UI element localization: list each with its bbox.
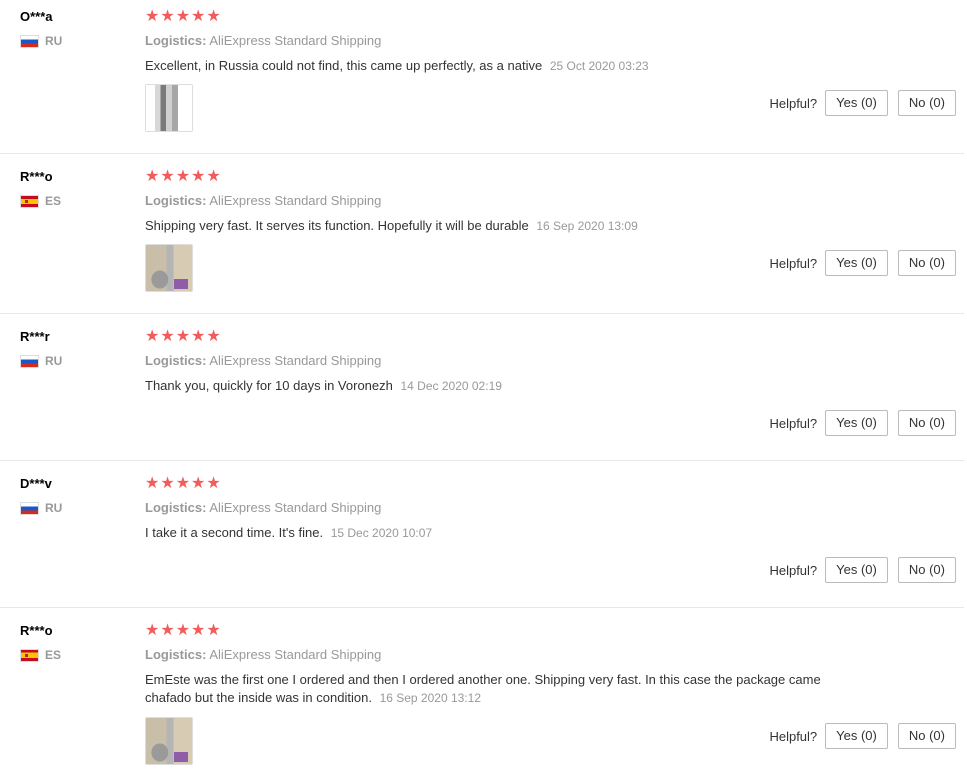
russia-flag-icon — [20, 34, 39, 48]
review-body: I take it a second time. It's fine. — [145, 525, 324, 540]
reviewer-name: R***o — [20, 169, 53, 184]
review-body: EmEste was the first one I ordered and t… — [145, 672, 821, 705]
russia-flag-icon — [20, 501, 39, 515]
russia-flag-icon — [20, 354, 39, 368]
reviewer-country: ES — [20, 648, 61, 662]
logistics-label: Logistics: — [145, 193, 207, 208]
review-item: D***v RU ★★★★★ Logistics: AliExpress Sta… — [0, 467, 964, 608]
review-item: R***r RU ★★★★★ Logistics: AliExpress Sta… — [0, 320, 964, 461]
star-rating: ★★★★★ — [145, 8, 222, 25]
spain-flag-icon — [20, 648, 39, 662]
reviewer-name: D***v — [20, 476, 52, 491]
reviewer-country: RU — [20, 501, 62, 515]
review-item: O***a RU ★★★★★ Logistics: AliExpress Sta… — [0, 0, 964, 154]
spain-flag-icon — [20, 194, 39, 208]
country-code: ES — [45, 194, 62, 208]
logistics-value: AliExpress Standard Shipping — [209, 500, 382, 515]
logistics-label: Logistics: — [145, 647, 207, 662]
review-body: Shipping very fast. It serves its functi… — [145, 218, 529, 233]
review-photo-thumbnail[interactable] — [145, 717, 193, 765]
reviewer-name: R***o — [20, 623, 53, 638]
review-date: 16 Sep 2020 13:09 — [536, 219, 638, 233]
helpful-yes-button[interactable]: Yes (0) — [825, 723, 888, 749]
reviewer-country: RU — [20, 34, 62, 48]
review-date: 14 Dec 2020 02:19 — [400, 379, 502, 393]
helpful-label: Helpful? — [769, 728, 818, 744]
review-body: Excellent, in Russia could not find, thi… — [145, 58, 543, 73]
helpful-label: Helpful? — [769, 95, 818, 111]
logistics-label: Logistics: — [145, 353, 207, 368]
logistics-info: Logistics: AliExpress Standard Shipping — [145, 647, 381, 662]
review-text: Excellent, in Russia could not find, thi… — [145, 57, 865, 75]
helpful-yes-button[interactable]: Yes (0) — [825, 557, 888, 583]
helpful-vote: Helpful? Yes (0) No (0) — [769, 723, 956, 749]
helpful-yes-button[interactable]: Yes (0) — [825, 250, 888, 276]
review-text: EmEste was the first one I ordered and t… — [145, 671, 860, 707]
logistics-value: AliExpress Standard Shipping — [209, 353, 382, 368]
logistics-info: Logistics: AliExpress Standard Shipping — [145, 500, 381, 515]
helpful-no-button[interactable]: No (0) — [897, 90, 956, 116]
reviewer-name: O***a — [20, 9, 53, 24]
review-item: R***o ES ★★★★★ Logistics: AliExpress Sta… — [0, 614, 964, 780]
helpful-yes-button[interactable]: Yes (0) — [825, 410, 888, 436]
star-rating: ★★★★★ — [145, 622, 222, 639]
helpful-no-button[interactable]: No (0) — [897, 410, 956, 436]
review-photo-thumbnail[interactable] — [145, 244, 193, 292]
country-code: RU — [45, 501, 63, 515]
helpful-no-button[interactable]: No (0) — [897, 250, 956, 276]
logistics-value: AliExpress Standard Shipping — [209, 647, 382, 662]
review-text: I take it a second time. It's fine. 15 D… — [145, 524, 865, 542]
review-text: Thank you, quickly for 10 days in Vorone… — [145, 377, 865, 395]
helpful-label: Helpful? — [769, 255, 818, 271]
helpful-label: Helpful? — [769, 562, 818, 578]
country-code: RU — [45, 34, 63, 48]
review-date: 25 Oct 2020 03:23 — [549, 59, 649, 73]
helpful-vote: Helpful? Yes (0) No (0) — [769, 250, 956, 276]
logistics-info: Logistics: AliExpress Standard Shipping — [145, 33, 381, 48]
country-code: ES — [45, 648, 62, 662]
reviewer-country: ES — [20, 194, 61, 208]
logistics-info: Logistics: AliExpress Standard Shipping — [145, 353, 381, 368]
review-date: 16 Sep 2020 13:12 — [379, 691, 481, 705]
review-photo-thumbnail[interactable] — [145, 84, 193, 132]
helpful-vote: Helpful? Yes (0) No (0) — [769, 410, 956, 436]
review-date: 15 Dec 2020 10:07 — [330, 526, 433, 540]
country-code: RU — [45, 354, 63, 368]
helpful-no-button[interactable]: No (0) — [897, 723, 956, 749]
logistics-label: Logistics: — [145, 33, 207, 48]
helpful-vote: Helpful? Yes (0) No (0) — [769, 90, 956, 116]
star-rating: ★★★★★ — [145, 168, 222, 185]
review-item: R***o ES ★★★★★ Logistics: AliExpress Sta… — [0, 160, 964, 314]
reviewer-country: RU — [20, 354, 62, 368]
logistics-label: Logistics: — [145, 500, 207, 515]
review-text: Shipping very fast. It serves its functi… — [145, 217, 865, 235]
reviewer-name: R***r — [20, 329, 50, 344]
logistics-value: AliExpress Standard Shipping — [209, 33, 382, 48]
logistics-value: AliExpress Standard Shipping — [209, 193, 382, 208]
logistics-info: Logistics: AliExpress Standard Shipping — [145, 193, 381, 208]
helpful-label: Helpful? — [769, 415, 818, 431]
star-rating: ★★★★★ — [145, 475, 222, 492]
helpful-no-button[interactable]: No (0) — [897, 557, 956, 583]
star-rating: ★★★★★ — [145, 328, 222, 345]
helpful-yes-button[interactable]: Yes (0) — [825, 90, 888, 116]
review-body: Thank you, quickly for 10 days in Vorone… — [145, 378, 393, 393]
helpful-vote: Helpful? Yes (0) No (0) — [769, 557, 956, 583]
